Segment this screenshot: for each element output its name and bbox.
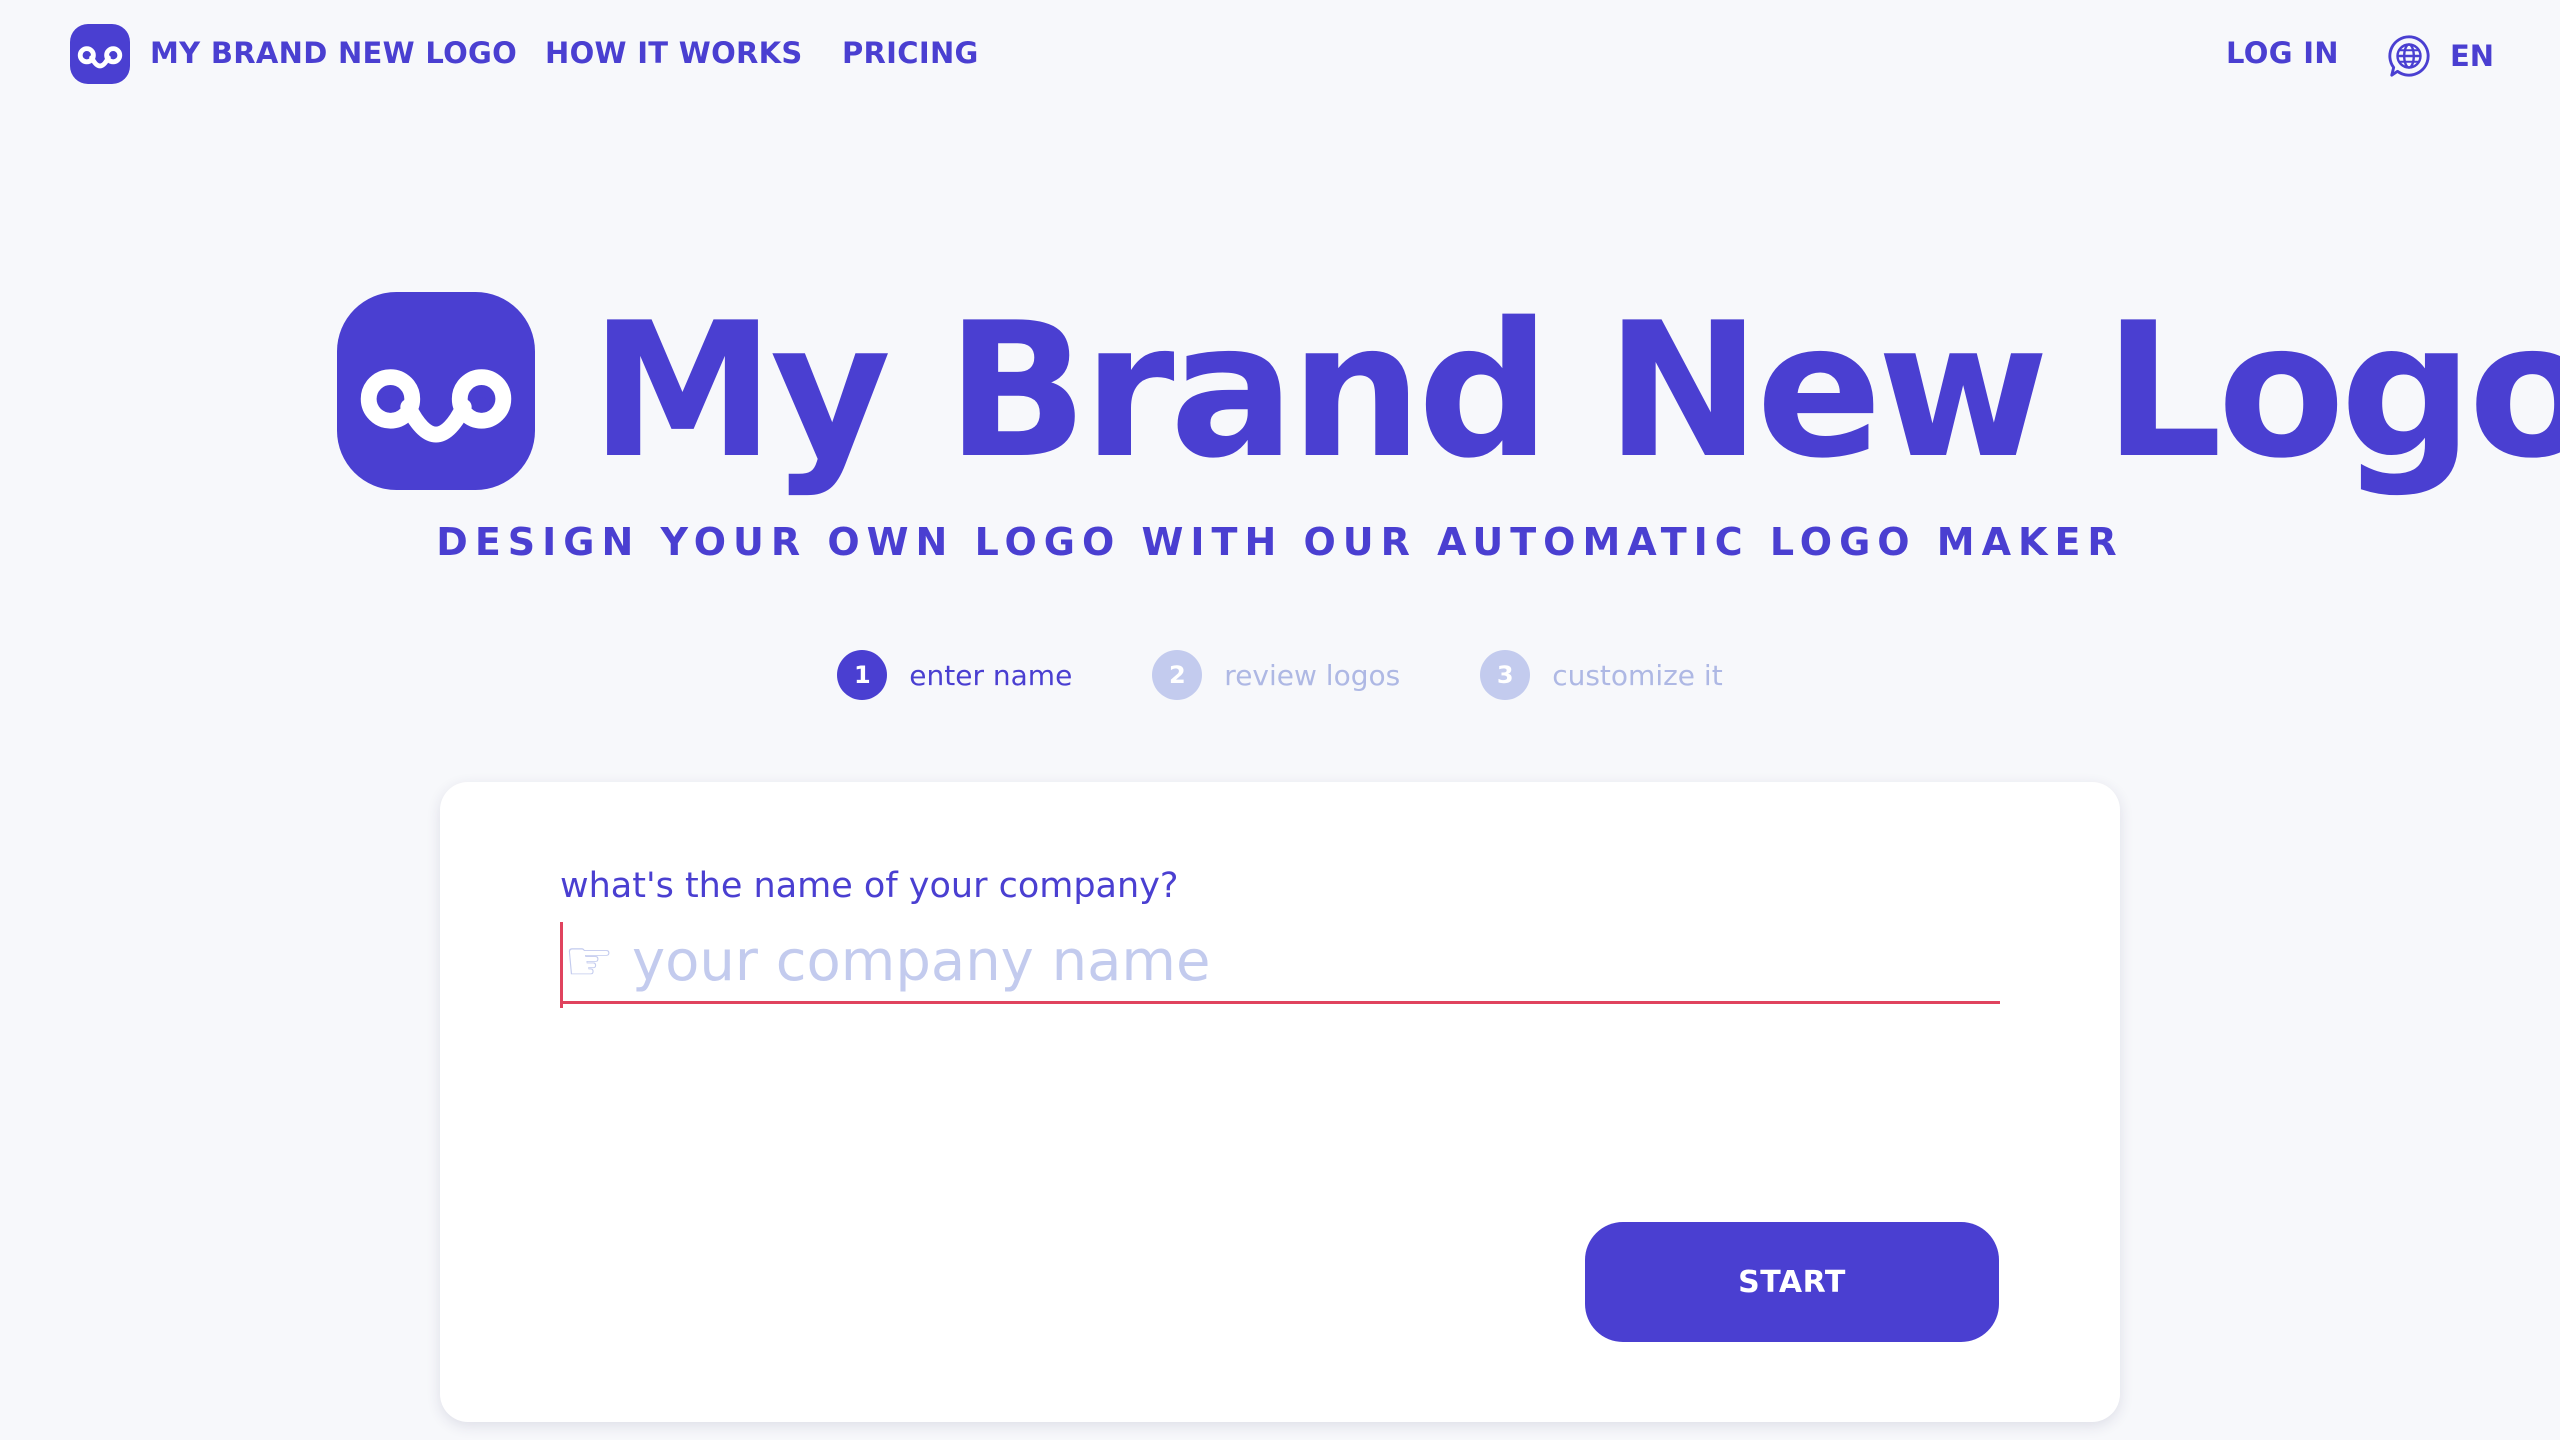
step-number: 1	[837, 650, 888, 700]
nav-pricing-link[interactable]: PRICING	[842, 36, 979, 70]
hero-subtitle: DESIGN YOUR OWN LOGO WITH OUR AUTOMATIC …	[436, 520, 2124, 564]
brand-logo-icon[interactable]	[70, 24, 130, 84]
hero-title: My Brand New Logo	[590, 282, 2560, 499]
company-name-input[interactable]	[564, 922, 1984, 1000]
hero-logo-icon	[337, 292, 535, 490]
step-label: customize it	[1552, 658, 1723, 692]
step-label: enter name	[909, 658, 1073, 692]
top-nav: MY BRAND NEW LOGO HOW IT WORKS PRICING L…	[0, 0, 2560, 112]
language-selector[interactable]: EN	[2386, 30, 2494, 82]
text-cursor	[560, 922, 563, 1008]
step-label: review logos	[1224, 658, 1401, 692]
nav-login-link[interactable]: LOG IN	[2226, 36, 2339, 70]
step-number: 2	[1152, 650, 1203, 700]
company-name-card: what's the name of your company? START	[440, 782, 2120, 1422]
step-customize-it: 3 customize it	[1480, 650, 1723, 700]
progress-steps: 1 enter name 2 review logos 3 customize …	[0, 648, 2560, 702]
nav-brand-link[interactable]: MY BRAND NEW LOGO	[150, 36, 517, 70]
step-number: 3	[1480, 650, 1531, 700]
nav-how-it-works-link[interactable]: HOW IT WORKS	[545, 36, 803, 70]
step-enter-name: 1 enter name	[837, 650, 1072, 700]
globe-icon	[2388, 35, 2430, 77]
company-name-question: what's the name of your company?	[560, 866, 1179, 906]
language-label: EN	[2450, 39, 2495, 73]
start-button[interactable]: START	[1585, 1222, 1999, 1342]
company-name-field-wrapper	[560, 922, 2000, 1008]
step-review-logos: 2 review logos	[1152, 650, 1400, 700]
